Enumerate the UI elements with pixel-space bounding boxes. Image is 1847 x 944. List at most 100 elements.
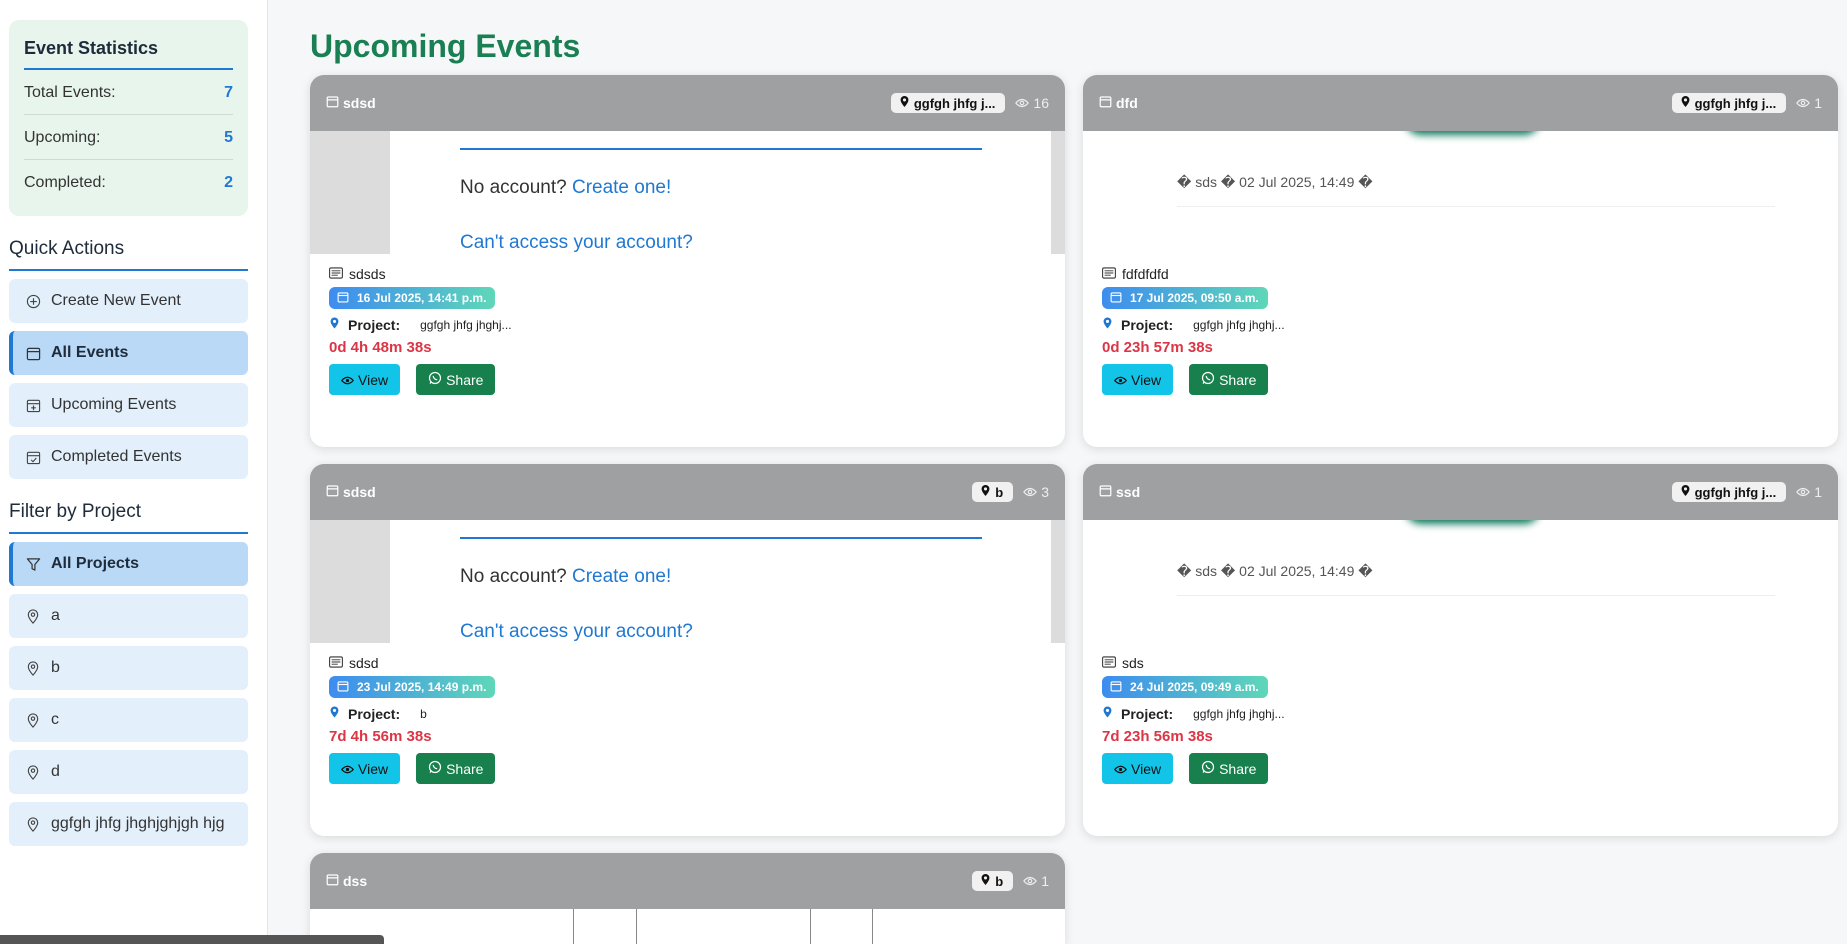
location-badge: ggfgh jhfg j... (890, 93, 1006, 113)
share-label: Share (1219, 371, 1257, 388)
share-label: Share (1219, 760, 1257, 777)
location-badge: b (972, 871, 1014, 891)
sidebar: Event Statistics Total Events: 7 Upcomin… (0, 0, 268, 944)
event-project: Project: b (329, 705, 1046, 722)
completed-events-button[interactable]: Completed Events (9, 435, 248, 479)
project-label: Project: (348, 705, 401, 722)
calendar-plus-icon (25, 397, 41, 413)
date-text: 17 Jul 2025, 09:50 a.m. (1130, 291, 1259, 305)
whatsapp-icon (428, 371, 442, 388)
date-text: 16 Jul 2025, 14:41 p.m. (357, 291, 487, 305)
card-header: dfd ggfgh jhfg j... 1 (1083, 75, 1838, 131)
share-label: Share (446, 371, 484, 388)
preview-link: Can't access your account? (460, 232, 693, 253)
event-card[interactable]: dss b 1 (310, 853, 1065, 944)
event-card[interactable]: sdsd b 3 No account? Create one! Can't a… (310, 464, 1065, 836)
event-card[interactable]: dfd ggfgh jhfg j... 1 � sds � 02 Jul 202… (1083, 75, 1838, 447)
view-button[interactable]: View (1102, 753, 1174, 784)
description-text: fdfdfdfd (1122, 266, 1169, 282)
card-header: dss b 1 (310, 853, 1065, 909)
eye-icon (1796, 95, 1811, 111)
preview-text: No account? (460, 566, 567, 587)
view-count-value: 3 (1041, 484, 1049, 500)
calendar-icon (337, 680, 349, 695)
eye-icon (341, 761, 354, 777)
whatsapp-icon (428, 760, 442, 777)
view-label: View (358, 371, 389, 388)
stat-value: 2 (224, 174, 233, 191)
location-text: b (995, 873, 1004, 889)
view-button[interactable]: View (329, 364, 401, 395)
event-date-badge: 16 Jul 2025, 14:41 p.m. (329, 287, 496, 309)
share-whatsapp-button[interactable]: Share (416, 364, 496, 395)
location-text: b (995, 484, 1004, 500)
preview-link: Create one! (571, 566, 672, 587)
event-project: Project: ggfgh jhfg jhghj... (1102, 316, 1819, 333)
text-icon (1102, 655, 1116, 671)
filter-project-a[interactable]: a (9, 594, 248, 638)
event-date-badge: 17 Jul 2025, 09:50 a.m. (1102, 287, 1268, 309)
card-title: sdsd (343, 484, 376, 500)
event-card[interactable]: sdsd ggfgh jhfg j... 16 No account? Crea… (310, 75, 1065, 447)
date-text: 24 Jul 2025, 09:49 a.m. (1130, 680, 1259, 694)
card-title: dss (343, 873, 368, 889)
filter-project-c[interactable]: c (9, 698, 248, 742)
eye-icon (1023, 484, 1038, 500)
filter-all-projects[interactable]: All Projects (9, 542, 248, 586)
project-label: Project: (1121, 705, 1174, 722)
location-text: ggfgh jhfg j... (1694, 95, 1777, 111)
menu-label: ggfgh jhfg jhghjghjgh hjg (51, 815, 225, 832)
share-label: Share (446, 760, 484, 777)
event-image-preview (573, 909, 873, 944)
map-pin-icon (1680, 484, 1691, 500)
share-whatsapp-button[interactable]: Share (1189, 364, 1269, 395)
location-text: ggfgh jhfg j... (913, 95, 996, 111)
event-date-badge: 23 Jul 2025, 14:49 p.m. (329, 676, 496, 698)
filter-project-d[interactable]: d (9, 750, 248, 794)
location-text: ggfgh jhfg j... (1694, 484, 1777, 500)
whatsapp-icon (1201, 371, 1215, 388)
upcoming-events-button[interactable]: Upcoming Events (9, 383, 248, 427)
eye-icon (341, 372, 354, 388)
event-description: sdsd (329, 655, 1046, 671)
card-body: sdsds 16 Jul 2025, 14:41 p.m. Project: g… (310, 254, 1065, 395)
menu-label: c (51, 711, 59, 728)
location-pin-icon (25, 764, 41, 780)
calendar-icon (1099, 484, 1112, 500)
view-label: View (1131, 371, 1162, 388)
share-whatsapp-button[interactable]: Share (416, 753, 496, 784)
menu-label: a (51, 607, 60, 624)
event-description: sds (1102, 655, 1819, 671)
calendar-icon (1110, 680, 1122, 695)
event-image-preview: � sds � 02 Jul 2025, 14:49 � (1083, 520, 1838, 643)
view-label: View (358, 760, 389, 777)
project-value: ggfgh jhfg jhghj... (420, 317, 512, 332)
view-button[interactable]: View (1102, 364, 1174, 395)
plus-circle-icon (25, 293, 41, 309)
view-button[interactable]: View (329, 753, 401, 784)
share-whatsapp-button[interactable]: Share (1189, 753, 1269, 784)
status-bar-tooltip (0, 935, 384, 944)
stat-upcoming: Upcoming: 5 (24, 115, 233, 160)
project-value: ggfgh jhfg jhghj... (1193, 317, 1285, 332)
project-value: ggfgh jhfg jhghj... (1193, 706, 1285, 721)
project-label: Project: (1121, 316, 1174, 333)
event-image-preview: No account? Create one! Can't access you… (310, 520, 1065, 643)
location-badge: ggfgh jhfg j... (1671, 93, 1787, 113)
create-new-event-button[interactable]: Create New Event (9, 279, 248, 323)
event-project: Project: ggfgh jhfg jhghj... (329, 316, 1046, 333)
stat-completed: Completed: 2 (24, 160, 233, 204)
all-events-button[interactable]: All Events (9, 331, 248, 375)
description-text: sds (1122, 655, 1144, 671)
map-pin-icon (980, 484, 991, 500)
event-project: Project: ggfgh jhfg jhghj... (1102, 705, 1819, 722)
calendar-icon (326, 484, 339, 500)
event-description: fdfdfdfd (1102, 266, 1819, 282)
card-title: ssd (1116, 484, 1141, 500)
date-text: 23 Jul 2025, 14:49 p.m. (357, 680, 487, 694)
calendar-icon (326, 873, 339, 889)
filter-project-ggfgh[interactable]: ggfgh jhfg jhghjghjgh hjg (9, 802, 248, 846)
event-card[interactable]: ssd ggfgh jhfg j... 1 � sds � 02 Jul 202… (1083, 464, 1838, 836)
card-title: sdsd (343, 95, 376, 111)
filter-project-b[interactable]: b (9, 646, 248, 690)
